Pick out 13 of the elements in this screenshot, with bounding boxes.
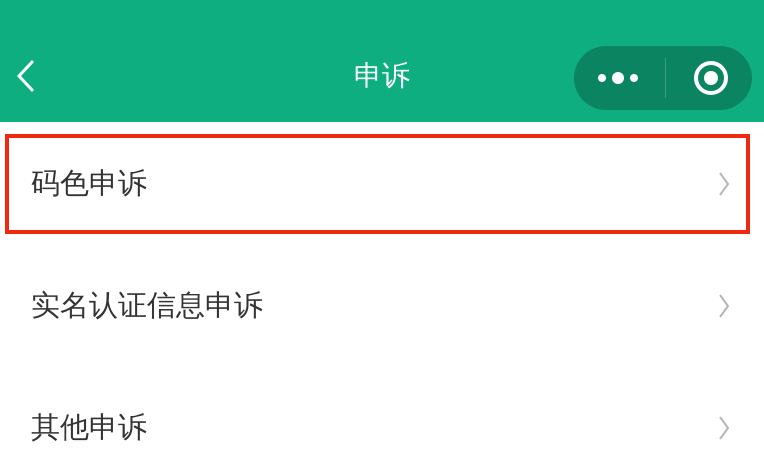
item-label: 实名认证信息申诉 [31, 287, 263, 324]
chevron-right-icon [718, 415, 730, 441]
list-item[interactable]: 其他申诉 [5, 378, 750, 471]
more-icon[interactable] [597, 71, 640, 85]
item-label: 码色申诉 [31, 165, 147, 202]
chevron-right-icon [718, 171, 730, 197]
close-icon[interactable] [692, 60, 729, 96]
back-icon[interactable] [16, 59, 36, 93]
item-label: 其他申诉 [31, 409, 147, 446]
chevron-right-icon [718, 293, 730, 319]
list-item[interactable]: 实名认证信息申诉 [5, 256, 750, 356]
page-title: 申诉 [354, 58, 410, 94]
list-item[interactable]: 码色申诉 [5, 134, 750, 234]
